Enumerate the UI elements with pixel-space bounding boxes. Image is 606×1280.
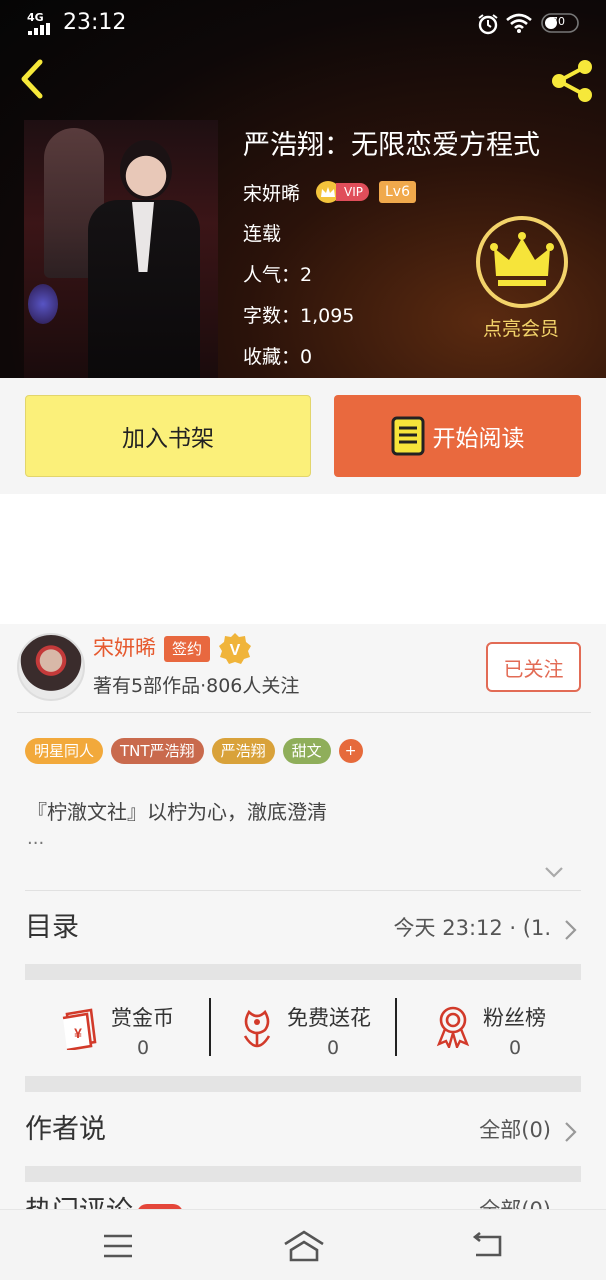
tag-item[interactable]: 严浩翔: [211, 738, 275, 764]
chevron-right-icon: [565, 920, 577, 940]
book-icon: [391, 416, 424, 456]
stat-label: 粉丝榜: [483, 1006, 546, 1030]
stat-free-flowers[interactable]: 免费送花 0: [213, 980, 395, 1080]
book-cover-image[interactable]: [24, 120, 218, 378]
stat-value: 0: [137, 1037, 150, 1059]
stat-label: 赏金币: [111, 1006, 174, 1030]
tag-item[interactable]: TNT严浩翔: [111, 738, 204, 764]
catalog-title: 目录: [25, 912, 79, 943]
medal-icon: [436, 1006, 470, 1048]
section-separator: [25, 1166, 581, 1182]
vip-badge: VIP: [316, 181, 369, 203]
level-badge: Lv6: [379, 181, 416, 203]
book-word-count: 字数：1,095: [243, 305, 355, 327]
author-stats: 著有5部作品·806人关注: [93, 675, 300, 697]
author-says-count: 全部(0): [479, 1118, 551, 1142]
author-name[interactable]: 宋妍晞: [93, 634, 156, 662]
tag-list: 明星同人 TNT严浩翔 严浩翔 甜文 +: [25, 738, 363, 764]
book-title: 严浩翔：无限恋爱方程式: [243, 130, 540, 161]
catalog-row[interactable]: 目录 今天 23:12 · (1.: [25, 898, 581, 958]
book-detail-page: 4G 23:12 70 严浩翔：无限恋爱方程式 宋妍晞 VIP Lv6 连载 人…: [0, 0, 606, 1280]
signed-badge: 签约: [164, 636, 210, 662]
member-label[interactable]: 点亮会员: [468, 314, 574, 341]
share-icon[interactable]: [548, 56, 598, 106]
book-author-name[interactable]: 宋妍晞: [243, 179, 300, 206]
stat-fan-ranking[interactable]: 粉丝榜 0: [399, 980, 581, 1080]
stat-value: 0: [327, 1037, 340, 1059]
divider: [25, 890, 581, 891]
system-nav-bar: [0, 1209, 606, 1280]
book-header: 4G 23:12 70 严浩翔：无限恋爱方程式 宋妍晞 VIP Lv6 连载 人…: [0, 0, 606, 378]
follow-label: 已关注: [503, 656, 564, 681]
divider: [17, 712, 591, 713]
svg-text:V: V: [230, 642, 241, 659]
author-section: 宋妍晞 签约 V 著有5部作品·806人关注 已关注 明星同人 TNT严浩翔 严…: [0, 624, 606, 1280]
author-says-title: 作者说: [25, 1114, 106, 1145]
author-avatar[interactable]: [17, 633, 85, 701]
intro-ellipsis: ...: [27, 828, 45, 849]
back-arrow-icon[interactable]: [16, 56, 48, 102]
start-reading-label: 开始阅读: [432, 426, 525, 452]
alarm-icon: [478, 14, 498, 35]
red-envelope-icon: ¥: [62, 1008, 97, 1050]
home-icon[interactable]: [282, 1228, 326, 1264]
chevron-down-icon[interactable]: [543, 864, 565, 880]
stat-label: 免费送花: [287, 1006, 371, 1030]
network-indicator: 4G: [27, 11, 44, 24]
add-tag-button[interactable]: +: [338, 739, 363, 763]
book-favorites: 收藏：0: [243, 346, 313, 368]
tag-item[interactable]: 甜文: [282, 738, 331, 764]
book-status: 连载: [243, 223, 282, 245]
menu-icon[interactable]: [101, 1232, 135, 1260]
follow-button[interactable]: 已关注: [486, 642, 581, 692]
stats-row: ¥ 赏金币 0 免费送花 0 粉丝榜 0: [25, 980, 581, 1080]
wifi-icon: [506, 13, 532, 33]
add-to-shelf-label: 加入书架: [122, 426, 214, 452]
crown-member-icon[interactable]: [474, 214, 570, 310]
book-popularity: 人气：2: [243, 264, 313, 286]
verified-icon: V: [219, 633, 251, 664]
tag-item[interactable]: 明星同人: [25, 738, 104, 764]
add-to-shelf-button[interactable]: 加入书架: [25, 395, 311, 477]
book-intro: 『柠澈文社』以柠为心，澈底澄清: [27, 800, 327, 824]
back-icon[interactable]: [470, 1229, 506, 1261]
status-time: 23:12: [63, 10, 127, 35]
svg-text:¥: ¥: [74, 1025, 82, 1041]
section-separator: [25, 1076, 581, 1092]
battery-level: 70: [551, 15, 565, 28]
author-says-row[interactable]: 作者说 全部(0): [25, 1102, 581, 1162]
status-bar: 4G 23:12 70: [0, 0, 606, 46]
catalog-update: 今天 23:12 · (1.: [393, 916, 551, 940]
signal-icon: [28, 23, 54, 35]
action-bar: 加入书架 开始阅读: [0, 378, 606, 494]
start-reading-button[interactable]: 开始阅读: [334, 395, 581, 477]
stat-value: 0: [509, 1037, 522, 1059]
divider: [395, 998, 397, 1056]
divider: [209, 998, 211, 1056]
vip-label: VIP: [336, 183, 369, 201]
flower-icon: [243, 1009, 271, 1048]
blank-space: [0, 494, 606, 624]
section-separator: [25, 964, 581, 980]
stat-reward-coins[interactable]: ¥ 赏金币 0: [25, 980, 211, 1080]
chevron-right-icon: [565, 1122, 577, 1142]
book-author-line: 宋妍晞 VIP Lv6: [243, 178, 416, 206]
